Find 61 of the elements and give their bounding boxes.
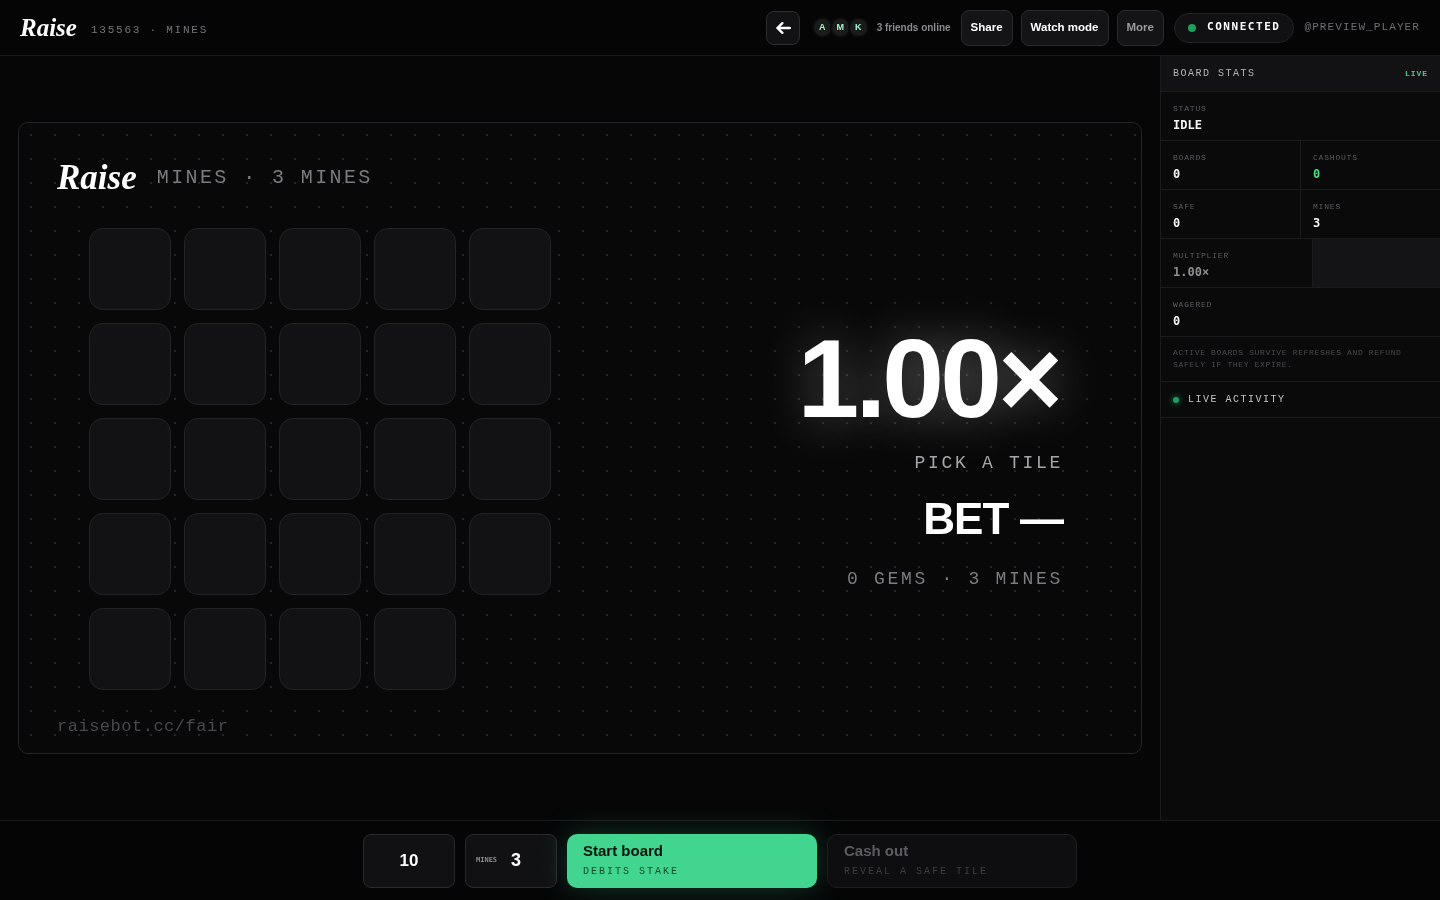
friend-avatar: M [829, 17, 851, 38]
friend-avatar: K [847, 17, 869, 38]
bet-label: BET — [923, 496, 1063, 541]
mine-tile[interactable] [374, 323, 456, 405]
mine-tile[interactable] [374, 228, 456, 310]
stat-label: BOARDS [1173, 153, 1208, 163]
stat-value: 0 [1313, 167, 1322, 181]
multiplier-value: 1.00× [797, 335, 1059, 424]
mine-tile[interactable] [89, 323, 171, 405]
username: @PREVIEW_PLAYER [1304, 20, 1420, 36]
mine-tile[interactable] [469, 418, 551, 500]
logo: Raise [20, 15, 77, 40]
stat-label: STATUS [1173, 104, 1208, 114]
mine-tile[interactable] [184, 323, 266, 405]
stat-label: MULTIPLIER [1173, 251, 1230, 261]
toolbar-button[interactable]: Share [960, 9, 1013, 46]
mine-tile[interactable] [279, 608, 361, 690]
mine-tile[interactable] [89, 228, 171, 310]
arrow-left-icon [774, 20, 791, 35]
stat-value: 1.00× [1173, 265, 1211, 279]
mine-tile[interactable] [279, 323, 361, 405]
mine-tile[interactable] [374, 513, 456, 595]
back-button[interactable] [765, 10, 800, 45]
stat-label: SAFE [1173, 202, 1197, 212]
toolbar-button[interactable]: Watch mode [1020, 9, 1109, 46]
mine-tile[interactable] [89, 513, 171, 595]
game-prompt: PICK A TILE [914, 451, 1063, 475]
live-activity-heading: LIVE ACTIVITY [1188, 393, 1286, 407]
board-logo: Raise [57, 160, 137, 195]
stat-value: 3 [1313, 216, 1322, 230]
mine-tile[interactable] [184, 608, 266, 690]
stat-label: MINES [1313, 202, 1342, 212]
page-subtitle: 135563 · MINES [90, 22, 208, 38]
game-summary: 0 GEMS · 3 MINES [846, 567, 1063, 591]
mine-tile[interactable] [469, 513, 551, 595]
mine-tile[interactable] [374, 418, 456, 500]
stat-label: CASHOUTS [1313, 153, 1359, 163]
stat-value: IDLE [1173, 118, 1203, 132]
mine-tile[interactable] [469, 323, 551, 405]
mine-tile[interactable] [279, 418, 361, 500]
mine-tile[interactable] [184, 228, 266, 310]
stat-value: 0 [1173, 216, 1182, 230]
mine-tile[interactable] [89, 608, 171, 690]
friends-online-label: 3 friends online [876, 21, 951, 35]
stat-value: 0 [1173, 167, 1182, 181]
friend-avatar: A [811, 17, 833, 38]
mine-tile[interactable] [89, 418, 171, 500]
stats-title: BOARD STATS [1173, 67, 1256, 81]
mine-tile[interactable] [279, 228, 361, 310]
stat-label: WAGERED [1173, 300, 1214, 310]
connection-status-label: CONNECTED [1207, 19, 1281, 36]
mine-tile[interactable] [184, 418, 266, 500]
mine-tile[interactable] [374, 608, 456, 690]
mine-tile[interactable] [469, 228, 551, 310]
mine-tile[interactable] [279, 513, 361, 595]
board-subtitle: MINES · 3 MINES [156, 165, 373, 191]
mine-tile[interactable] [184, 513, 266, 595]
action-button[interactable]: Start board DEBITS STAKE [567, 833, 817, 888]
stat-value: 0 [1173, 314, 1182, 328]
bet-amount-field[interactable]: 10 [363, 833, 455, 888]
live-label: LIVE [1404, 67, 1428, 80]
